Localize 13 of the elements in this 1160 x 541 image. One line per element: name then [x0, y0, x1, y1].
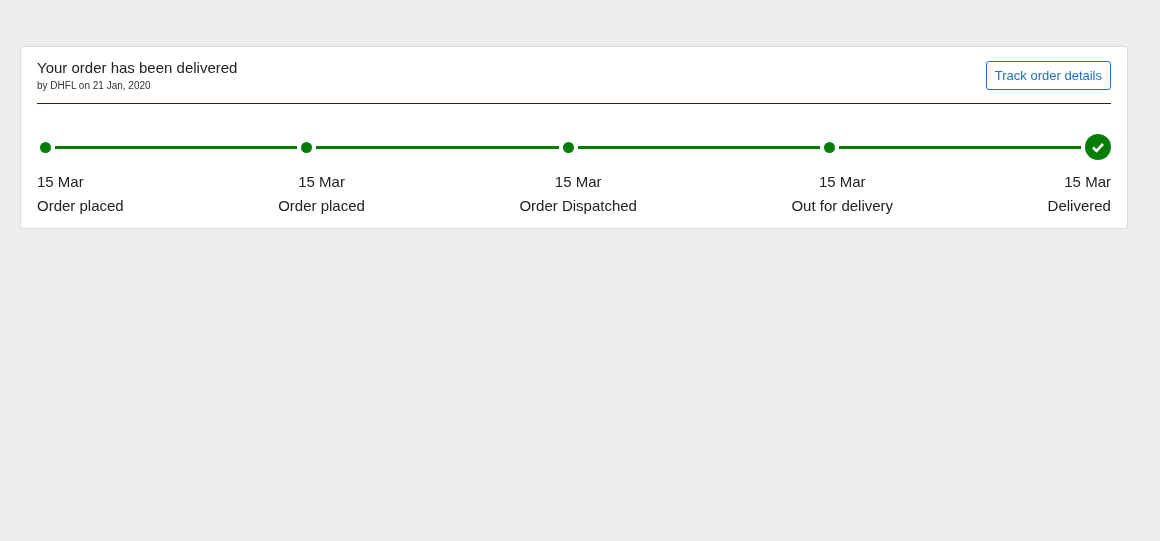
step-label: Order placed — [37, 196, 124, 216]
order-subtitle: by DHFL on 21 Jan, 2020 — [37, 80, 152, 91]
track-order-button[interactable]: Track order details — [985, 61, 1111, 90]
step-label: Delivered — [1047, 196, 1111, 216]
step-date: 15 Mar — [1064, 172, 1111, 192]
order-title: Your order has been delivered — [37, 59, 238, 76]
step-date: 15 Mar — [298, 172, 345, 192]
step-date: 15 Mar — [818, 172, 866, 192]
step-label: Out for delivery — [791, 196, 894, 216]
step-label: Order Dispatched — [519, 196, 637, 216]
step-label: Order placed — [278, 196, 365, 216]
step-date: 15 Mar — [554, 172, 602, 192]
step-date: 15 Mar — [37, 172, 84, 192]
